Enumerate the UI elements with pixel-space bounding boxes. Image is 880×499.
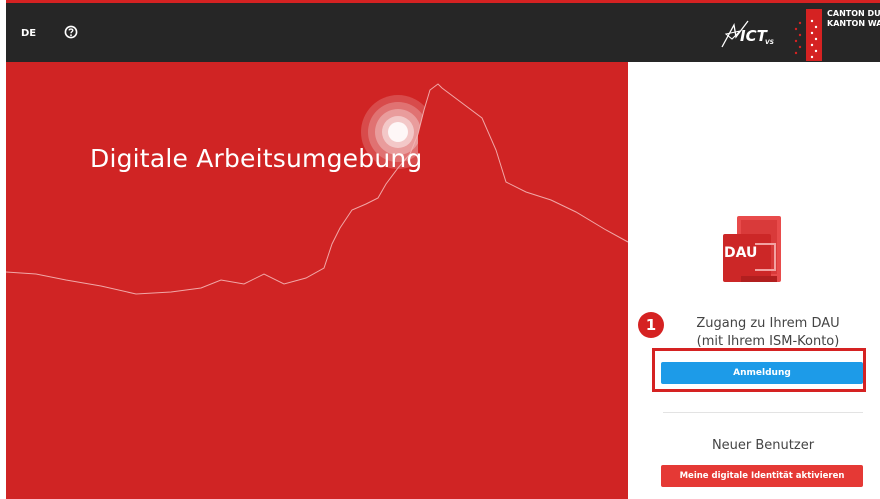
top-navigation-bar: DE ICT VS CANTON DU KANTON WA [6,3,880,62]
section-divider [663,412,863,413]
hero-title: Digitale Arbeitsumgebung [90,144,423,173]
activate-identity-button[interactable]: Meine digitale Identität aktivieren [661,465,863,487]
valais-crest-icon [790,9,822,61]
access-heading: Zugang zu Ihrem DAU [696,316,840,331]
canton-name-fr: CANTON DU VALAIS [827,9,880,18]
hero-banner: Digitale Arbeitsumgebung [6,62,628,499]
language-selector[interactable]: DE [21,28,36,39]
logo-vs-text: VS [765,39,774,46]
step-marker-badge: 1 [638,312,664,338]
canton-name: CANTON DU VALAIS KANTON WALLIS [827,9,880,29]
login-panel: DAU 1 Zugang zu Ihrem DAU (mit Ihrem ISM… [628,62,880,499]
matterhorn-illustration [6,83,628,499]
dau-app-label: DAU [724,245,758,261]
help-circle-icon[interactable] [64,25,78,39]
login-button[interactable]: Anmeldung [661,362,863,384]
new-user-heading: Neuer Benutzer [711,438,815,453]
canton-name-de: KANTON WALLIS [827,19,880,28]
access-subheading: (mit Ihrem ISM-Konto) [696,334,840,349]
ict-vs-logo: ICT VS [721,20,774,48]
